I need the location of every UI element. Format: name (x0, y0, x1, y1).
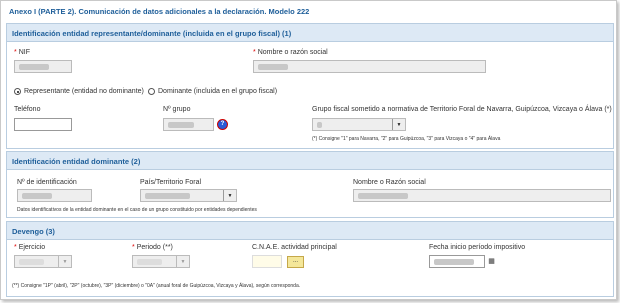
section-header: Identificación entidad representante/dom… (7, 24, 613, 42)
grupo-fiscal-label: Grupo fiscal sometido a normativa de Ter… (312, 106, 612, 113)
pais-value (145, 193, 190, 199)
section-heading: Identificación entidad dominante (2) (12, 157, 141, 166)
nombre-dominante-value (358, 193, 408, 199)
nident-field[interactable] (17, 189, 92, 202)
ejercicio-value (19, 259, 44, 265)
section-dominante: Identificación entidad dominante (2) Nº … (6, 151, 614, 218)
ejercicio-label-text: Ejercicio (18, 244, 46, 251)
nombre-dominante-field[interactable] (353, 189, 611, 202)
nif-field[interactable] (14, 60, 72, 73)
help-icon[interactable]: ? (217, 119, 228, 130)
telefono-field[interactable] (14, 118, 72, 131)
ejercicio-select[interactable]: ▼ (14, 255, 72, 268)
chevron-down-icon[interactable]: ▼ (392, 119, 405, 130)
fecha-label: Fecha inicio período impositivo (429, 244, 526, 251)
ejercicio-label: * Ejercicio (14, 244, 45, 251)
nif-label-text: NIF (18, 49, 30, 56)
telefono-label: Teléfono (14, 106, 41, 113)
radio-representante[interactable] (14, 88, 21, 95)
section-header: Identificación entidad dominante (2) (7, 152, 613, 170)
cnae-label: C.N.A.E. actividad principal (252, 244, 337, 251)
nif-label: * NIF (14, 49, 30, 56)
required-mark: * (132, 244, 135, 251)
periodo-label: * Periodo (**) (132, 244, 173, 251)
chevron-down-icon[interactable]: ▼ (58, 256, 71, 267)
section-representante: Identificación entidad representante/dom… (6, 23, 614, 149)
ngrupo-field[interactable] (163, 118, 214, 131)
calendar-icon[interactable]: ▦ (487, 257, 496, 266)
nombre-dominante-label: Nombre o Razón social (353, 179, 426, 186)
pais-select[interactable]: ▼ (140, 189, 237, 202)
nombre-label: * Nombre o razón social (253, 49, 328, 56)
dominante-note: Datos identificativos de la entidad domi… (17, 207, 257, 213)
required-mark: * (253, 49, 256, 56)
nif-value (19, 64, 49, 70)
required-mark: * (14, 244, 17, 251)
nombre-value (258, 64, 288, 70)
radio-dominante[interactable] (148, 88, 155, 95)
radio-dominante-label: Dominante (incluida en el grupo fiscal) (158, 88, 278, 95)
cnae-field[interactable] (252, 255, 282, 268)
grupo-fiscal-select[interactable]: ▼ (312, 118, 406, 131)
nombre-field[interactable] (253, 60, 486, 73)
chevron-down-icon[interactable]: ▼ (176, 256, 189, 267)
fecha-field[interactable] (429, 255, 485, 268)
section-devengo: Devengo (3) * Ejercicio ▼ * Periodo (**)… (6, 221, 614, 297)
grupo-fiscal-value (317, 122, 322, 128)
periodo-select[interactable]: ▼ (132, 255, 190, 268)
grupo-fiscal-note: (*) Consigne "1" para Navarra, "2" para … (312, 136, 501, 142)
ngrupo-value (168, 122, 194, 128)
required-mark: * (14, 49, 17, 56)
periodo-note: (**) Consigne "1P" (abril), "2P" (octubr… (12, 283, 301, 289)
section-heading: Identificación entidad representante/dom… (12, 29, 292, 38)
periodo-label-text: Periodo (**) (136, 244, 173, 251)
form-window: Anexo I (PARTE 2). Comunicación de datos… (0, 0, 617, 300)
periodo-value (137, 259, 162, 265)
nident-value (22, 193, 52, 199)
nident-label: Nº de identificación (17, 179, 77, 186)
ngrupo-label: Nº grupo (163, 106, 191, 113)
nombre-label-text: Nombre o razón social (257, 49, 328, 56)
cnae-search-button[interactable]: ... (287, 256, 304, 268)
section-header: Devengo (3) (7, 222, 613, 240)
radio-representante-label: Representante (entidad no dominante) (24, 88, 144, 95)
pais-label: País/Territorio Foral (140, 179, 202, 186)
page-title: Anexo I (PARTE 2). Comunicación de datos… (9, 7, 310, 16)
section-heading: Devengo (3) (12, 227, 55, 236)
fecha-value (434, 259, 474, 265)
chevron-down-icon[interactable]: ▼ (223, 190, 236, 201)
